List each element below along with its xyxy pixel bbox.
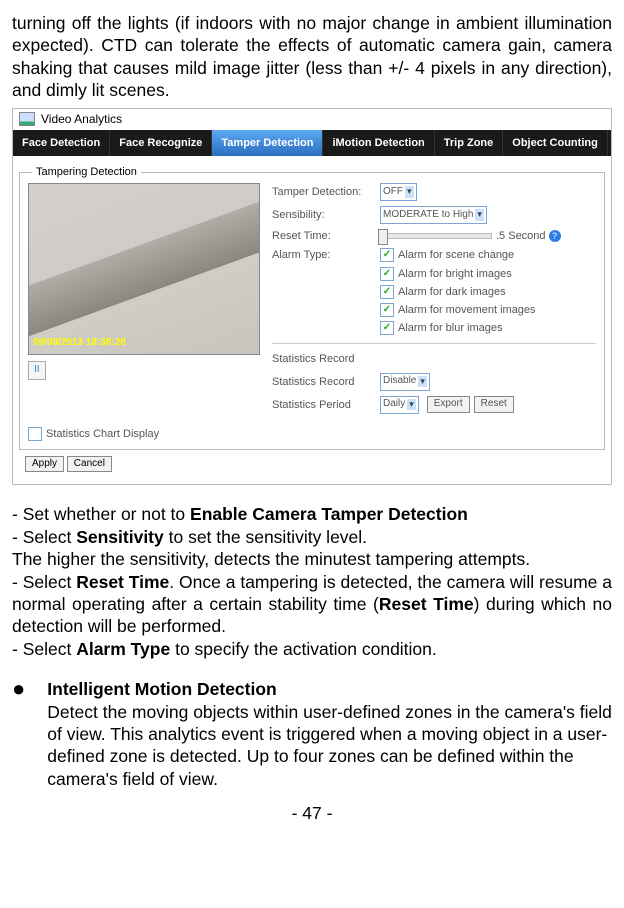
tampering-fieldset: Tampering Detection 09/08/2013 18:38:28 … — [19, 172, 605, 450]
reset-time-slider[interactable] — [380, 233, 492, 239]
app-title: Video Analytics — [41, 112, 122, 127]
tab-imotion-detection[interactable]: iMotion Detection — [323, 130, 434, 156]
imd-section: ● Intelligent Motion Detection Detect th… — [12, 678, 612, 790]
alarm-scene-label: Alarm for scene change — [398, 248, 514, 262]
body-text: - Set whether or not to Enable Camera Ta… — [12, 503, 612, 660]
tab-trip-zone[interactable]: Trip Zone — [435, 130, 504, 156]
imd-title: Intelligent Motion Detection — [47, 678, 612, 700]
alarm-blur-checkbox[interactable]: ✓ — [380, 321, 394, 335]
sensibility-label: Sensibility: — [272, 208, 380, 222]
cancel-button[interactable]: Cancel — [67, 456, 112, 473]
dropdown-arrow-icon: ▾ — [405, 186, 414, 198]
page-number: - 47 - — [12, 802, 612, 824]
alarm-dark-label: Alarm for dark images — [398, 285, 506, 299]
stats-record-label: Statistics Record — [272, 375, 380, 389]
tamper-detection-label: Tamper Detection: — [272, 185, 380, 199]
app-icon — [19, 112, 35, 126]
stats-section-title: Statistics Record — [272, 352, 596, 366]
dropdown-arrow-icon: ▾ — [418, 376, 427, 388]
alarm-type-label: Alarm Type: — [272, 248, 380, 262]
stats-period-select[interactable]: Daily▾ — [380, 396, 419, 414]
stats-record-select[interactable]: Disable▾ — [380, 373, 430, 391]
dropdown-arrow-icon: ▾ — [407, 399, 416, 411]
app-titlebar: Video Analytics — [13, 109, 611, 130]
alarm-dark-checkbox[interactable]: ✓ — [380, 285, 394, 299]
reset-button[interactable]: Reset — [474, 396, 514, 413]
alarm-bright-checkbox[interactable]: ✓ — [380, 267, 394, 281]
sensibility-select[interactable]: MODERATE to High▾ — [380, 206, 487, 224]
alarm-scene-checkbox[interactable]: ✓ — [380, 248, 394, 262]
export-button[interactable]: Export — [427, 396, 470, 413]
stats-chart-checkbox[interactable]: ✓ — [28, 427, 42, 441]
timestamp-overlay: 09/08/2013 18:38:28 — [33, 337, 126, 350]
reset-time-label: Reset Time: — [272, 229, 380, 243]
app-window: Video Analytics Face Detection Face Reco… — [12, 108, 612, 486]
apply-button[interactable]: Apply — [25, 456, 64, 473]
tab-object-counting[interactable]: Object Counting — [503, 130, 608, 156]
video-preview: 09/08/2013 18:38:28 — [28, 183, 260, 355]
pause-button[interactable]: II — [28, 361, 46, 380]
alarm-movement-label: Alarm for movement images — [398, 303, 536, 317]
tabs-bar: Face Detection Face Recognize Tamper Det… — [13, 130, 611, 156]
tab-face-recognize[interactable]: Face Recognize — [110, 130, 212, 156]
alarm-movement-checkbox[interactable]: ✓ — [380, 303, 394, 317]
tab-face-detection[interactable]: Face Detection — [13, 130, 110, 156]
alarm-bright-label: Alarm for bright images — [398, 267, 512, 281]
dropdown-arrow-icon: ▾ — [475, 209, 484, 221]
intro-paragraph: turning off the lights (if indoors with … — [12, 12, 612, 102]
alarm-blur-label: Alarm for blur images — [398, 321, 503, 335]
tamper-detection-select[interactable]: OFF▾ — [380, 183, 417, 201]
divider — [272, 343, 596, 344]
stats-chart-label: Statistics Chart Display — [46, 427, 159, 441]
stats-period-label: Statistics Period — [272, 398, 380, 412]
reset-time-value: .5 Second — [496, 229, 546, 243]
help-icon[interactable]: ? — [549, 230, 561, 242]
bullet-icon: ● — [12, 678, 25, 700]
slider-thumb[interactable] — [378, 229, 388, 245]
fieldset-legend: Tampering Detection — [32, 165, 141, 179]
tab-tamper-detection[interactable]: Tamper Detection — [212, 130, 323, 156]
imd-description: Detect the moving objects within user-de… — [47, 701, 612, 791]
